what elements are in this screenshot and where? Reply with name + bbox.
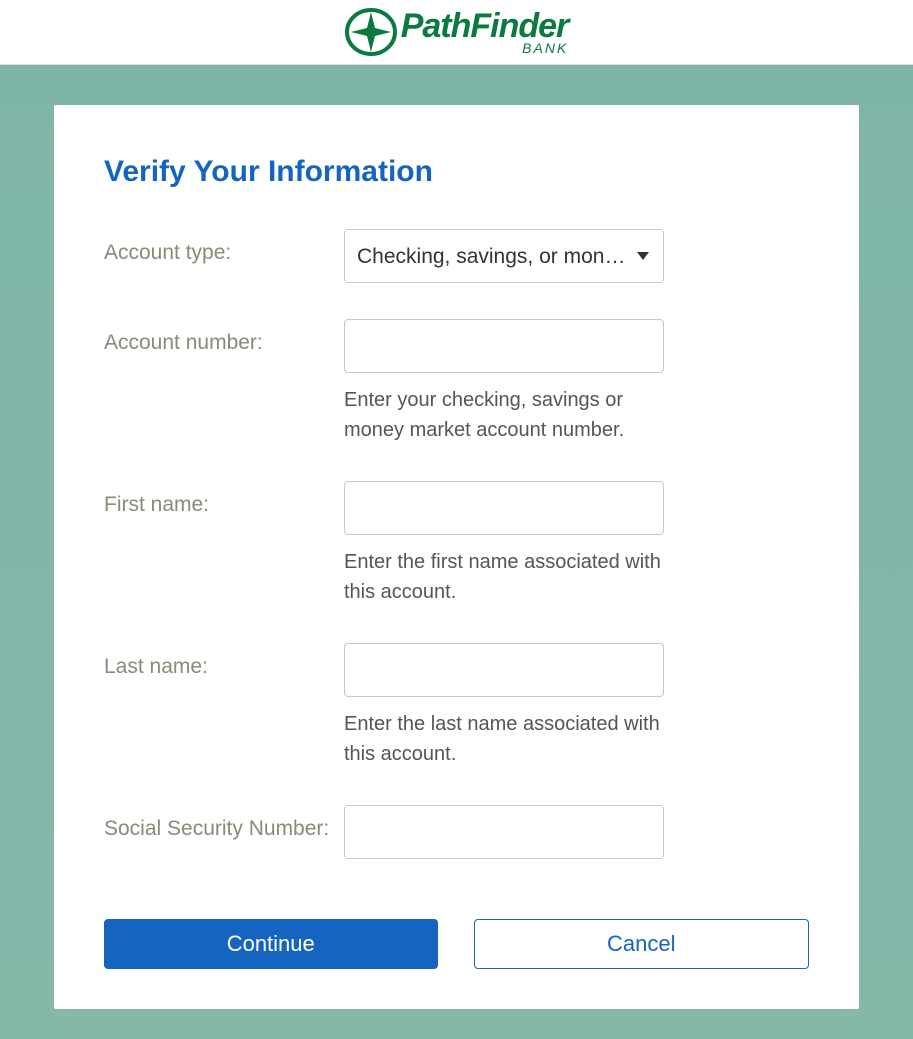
continue-button[interactable]: Continue bbox=[104, 919, 438, 969]
account-type-label: Account type: bbox=[104, 229, 344, 265]
last-name-row: Last name: Enter the last name associate… bbox=[104, 643, 809, 769]
logo-text: PathFinder BANK bbox=[401, 9, 569, 55]
first-name-label: First name: bbox=[104, 481, 344, 517]
verify-card: Verify Your Information Account type: Ch… bbox=[54, 105, 859, 1009]
page-background: Verify Your Information Account type: Ch… bbox=[0, 65, 913, 1039]
logo-sub: BANK bbox=[522, 41, 568, 55]
account-number-label: Account number: bbox=[104, 319, 344, 355]
account-number-input[interactable] bbox=[344, 319, 664, 373]
logo: PathFinder BANK bbox=[345, 8, 569, 56]
last-name-help: Enter the last name associated with this… bbox=[344, 709, 664, 769]
first-name-input[interactable] bbox=[344, 481, 664, 535]
page-title: Verify Your Information bbox=[104, 155, 809, 189]
pathfinder-logo-icon bbox=[345, 8, 397, 56]
account-type-select[interactable]: Checking, savings, or money market bbox=[344, 229, 664, 283]
account-number-help: Enter your checking, savings or money ma… bbox=[344, 385, 664, 445]
last-name-input[interactable] bbox=[344, 643, 664, 697]
ssn-label: Social Security Number: bbox=[104, 805, 344, 841]
button-row: Continue Cancel bbox=[104, 919, 809, 969]
account-type-row: Account type: Checking, savings, or mone… bbox=[104, 229, 809, 283]
first-name-help: Enter the first name associated with thi… bbox=[344, 547, 664, 607]
ssn-input[interactable] bbox=[344, 805, 664, 859]
account-number-row: Account number: Enter your checking, sav… bbox=[104, 319, 809, 445]
top-header: PathFinder BANK bbox=[0, 0, 913, 65]
first-name-row: First name: Enter the first name associa… bbox=[104, 481, 809, 607]
last-name-label: Last name: bbox=[104, 643, 344, 679]
ssn-row: Social Security Number: bbox=[104, 805, 809, 859]
cancel-button[interactable]: Cancel bbox=[474, 919, 810, 969]
logo-brand: PathFinder bbox=[401, 9, 569, 43]
